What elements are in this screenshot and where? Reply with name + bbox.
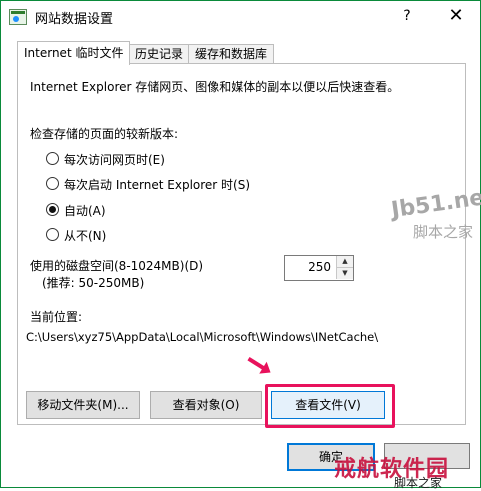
move-folder-button[interactable]: 移动文件夹(M)...	[26, 391, 140, 419]
settings-window: 网站数据设置 ? ✕ Internet 临时文件 历史记录 缓存和数据库 Int…	[0, 0, 481, 490]
radio-label: 从不(N)	[64, 229, 107, 243]
disk-space-value[interactable]: 250	[308, 260, 331, 274]
highlight-annotation	[265, 384, 395, 428]
radio-button[interactable]	[46, 228, 59, 241]
close-icon[interactable]: ✕	[433, 1, 479, 31]
disk-space-label: 使用的磁盘空间(8-1024MB)(D)	[30, 259, 204, 273]
window-title: 网站数据设置	[35, 12, 114, 27]
radio-label: 每次启动 Internet Explorer 时(S)	[64, 178, 251, 192]
tab-panel: Internet Explorer 存储网页、图像和媒体的副本以便以后快速查看。…	[17, 63, 466, 428]
disk-space-hint: (推荐: 50-250MB)	[42, 276, 145, 290]
tab-cache-databases[interactable]: 缓存和数据库	[188, 44, 275, 64]
view-objects-button[interactable]: 查看对象(O)	[150, 391, 262, 419]
help-icon[interactable]: ?	[393, 3, 421, 29]
radio-button-checked[interactable]	[46, 203, 59, 216]
spin-down-icon[interactable]: ▼	[336, 268, 353, 279]
watermark-side-sub: 脚本之家	[413, 223, 474, 241]
spin-up-icon[interactable]: ▲	[336, 256, 353, 268]
description-text: Internet Explorer 存储网页、图像和媒体的副本以便以后快速查看。	[30, 80, 400, 94]
app-icon	[9, 9, 27, 25]
location-label: 当前位置:	[30, 310, 83, 324]
location-path: C:\Users\xyz75\AppData\Local\Microsoft\W…	[26, 330, 379, 344]
disk-space-stepper[interactable]: 250 ▲ ▼	[284, 255, 354, 281]
radio-label: 自动(A)	[64, 204, 106, 218]
radio-button[interactable]	[46, 152, 59, 165]
check-label: 检查存储的页面的较新版本:	[30, 127, 179, 141]
radio-label: 每次访问网页时(E)	[64, 153, 165, 167]
tab-history[interactable]: 历史记录	[128, 44, 191, 64]
tab-internet-temp-files[interactable]: Internet 临时文件	[17, 41, 131, 65]
watermark-sub: 脚本之家	[394, 476, 443, 490]
radio-button[interactable]	[46, 177, 59, 190]
title-bar: 网站数据设置 ? ✕	[1, 1, 480, 33]
arrow-annotation	[247, 357, 267, 371]
